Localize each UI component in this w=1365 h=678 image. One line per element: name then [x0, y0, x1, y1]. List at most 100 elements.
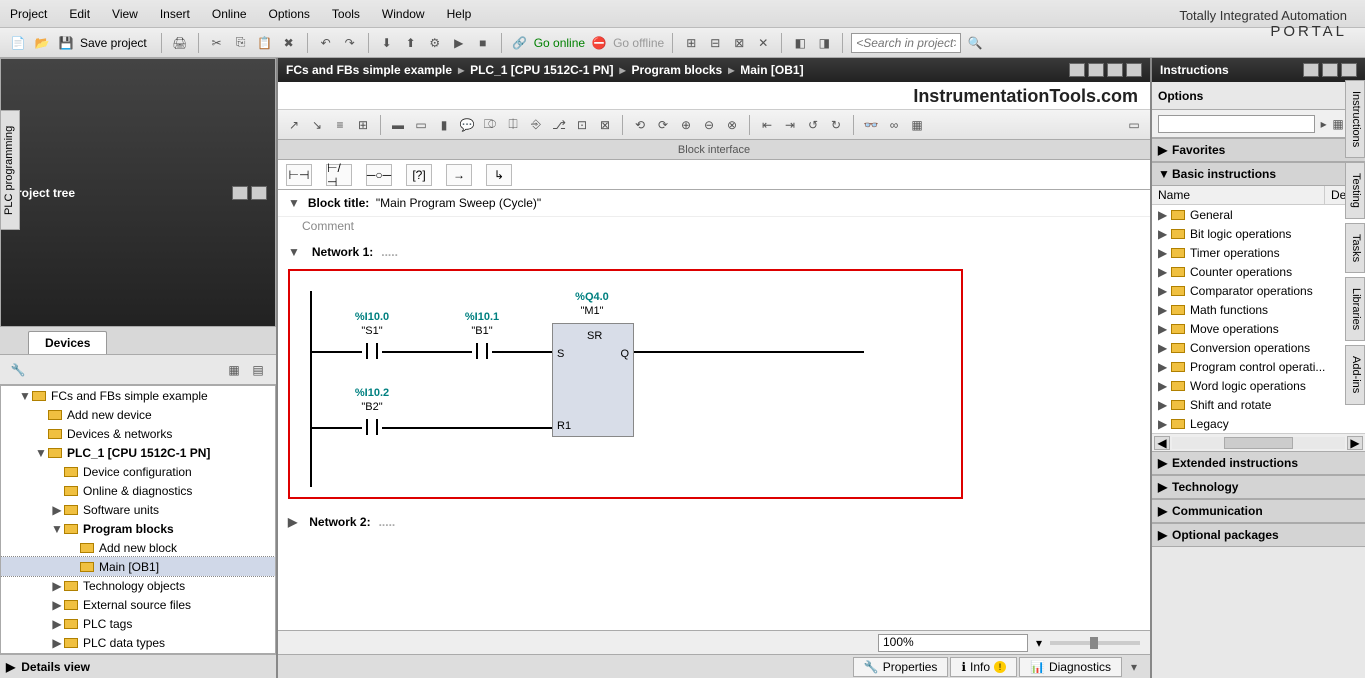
instruction-row[interactable]: ▶Comparator operations: [1152, 281, 1365, 300]
pal-coil-icon[interactable]: ─○─: [366, 164, 392, 186]
tb-icon-1[interactable]: ⊞: [681, 33, 701, 53]
go-offline-label[interactable]: Go offline: [613, 36, 664, 50]
favorites-header[interactable]: ▶Favorites: [1152, 138, 1365, 162]
optional-header[interactable]: ▶Optional packages: [1152, 523, 1365, 547]
zoom-dropdown-icon[interactable]: ▾: [1036, 636, 1042, 650]
tree-item[interactable]: Devices & networks: [1, 424, 275, 443]
cut-icon[interactable]: ✂: [207, 33, 227, 53]
tree-pin-icon[interactable]: [251, 186, 267, 200]
block-interface-bar[interactable]: Block interface: [278, 140, 1150, 160]
side-tab-instructions[interactable]: Instructions: [1345, 80, 1365, 158]
tree-item[interactable]: Main [OB1]: [1, 557, 275, 576]
tree-item[interactable]: ▼FCs and FBs simple example: [1, 386, 275, 405]
pal-contact-nc-icon[interactable]: ⊢/⊣: [326, 164, 352, 186]
instr-btn3-icon[interactable]: [1341, 63, 1357, 77]
devices-tab[interactable]: Devices: [28, 331, 107, 354]
delete-icon[interactable]: ✖: [279, 33, 299, 53]
save-icon[interactable]: 💾: [56, 33, 76, 53]
et-icon-15[interactable]: ⟲: [630, 115, 650, 135]
tb-icon-2[interactable]: ⊟: [705, 33, 725, 53]
menu-edit[interactable]: Edit: [69, 7, 90, 21]
details-view-bar[interactable]: ▶ Details view: [0, 654, 276, 678]
instruction-row[interactable]: ▶Counter operations: [1152, 262, 1365, 281]
instr-btn2-icon[interactable]: [1322, 63, 1338, 77]
et-icon-21[interactable]: ⇥: [780, 115, 800, 135]
menu-online[interactable]: Online: [212, 7, 247, 21]
split-h-icon[interactable]: ◧: [790, 33, 810, 53]
et-icon-23[interactable]: ↻: [826, 115, 846, 135]
tree-item[interactable]: ▼Program blocks: [1, 519, 275, 538]
crumb-2[interactable]: Program blocks: [632, 63, 723, 77]
pal-branch2-icon[interactable]: ↳: [486, 164, 512, 186]
pal-box-icon[interactable]: [?]: [406, 164, 432, 186]
instruction-row[interactable]: ▶Word logic operations: [1152, 376, 1365, 395]
tree-view1-icon[interactable]: ▦: [224, 360, 244, 380]
zoom-slider[interactable]: [1050, 641, 1140, 645]
et-icon-14[interactable]: ⊠: [595, 115, 615, 135]
et-icon-18[interactable]: ⊖: [699, 115, 719, 135]
tree-tool-icon[interactable]: 🔧: [8, 360, 28, 380]
go-online-icon[interactable]: 🔗: [510, 33, 530, 53]
instruction-row[interactable]: ▶Shift and rotate: [1152, 395, 1365, 414]
tree-item[interactable]: ▶Technology objects: [1, 576, 275, 595]
et-icon-24[interactable]: 👓: [861, 115, 881, 135]
editor-close-icon[interactable]: [1126, 63, 1142, 77]
communication-header[interactable]: ▶Communication: [1152, 499, 1365, 523]
print-icon[interactable]: 🖨: [170, 33, 190, 53]
crumb-0[interactable]: FCs and FBs simple example: [286, 63, 452, 77]
open-project-icon[interactable]: 📂: [32, 33, 52, 53]
menu-project[interactable]: Project: [10, 7, 47, 21]
menu-insert[interactable]: Insert: [160, 7, 190, 21]
tree-item[interactable]: ▶External source files: [1, 595, 275, 614]
instruction-row[interactable]: ▶Bit logic operations: [1152, 224, 1365, 243]
tab-diagnostics[interactable]: 📊Diagnostics: [1019, 657, 1122, 677]
side-tab-testing[interactable]: Testing: [1345, 162, 1365, 219]
go-online-label[interactable]: Go online: [534, 36, 585, 50]
instr-btn1-icon[interactable]: [1303, 63, 1319, 77]
pal-contact-no-icon[interactable]: ⊢⊣: [286, 164, 312, 186]
basic-instructions-header[interactable]: ▼Basic instructions: [1152, 162, 1365, 186]
bottom-collapse-icon[interactable]: ▾: [1124, 657, 1144, 677]
stop-icon[interactable]: ■: [473, 33, 493, 53]
tree-view2-icon[interactable]: ▤: [248, 360, 268, 380]
pal-branch-icon[interactable]: →: [446, 164, 472, 186]
tree-item[interactable]: ▼PLC_1 [CPU 1512C-1 PN]: [1, 443, 275, 462]
et-icon-25[interactable]: ∞: [884, 115, 904, 135]
tab-properties[interactable]: 🔧Properties: [853, 657, 949, 677]
instructions-search[interactable]: [1158, 115, 1315, 133]
et-icon-11[interactable]: ⎆: [526, 115, 546, 135]
instruction-row[interactable]: ▶General: [1152, 205, 1365, 224]
instruction-row[interactable]: ▶Timer operations: [1152, 243, 1365, 262]
tree-item[interactable]: ▶PLC data types: [1, 633, 275, 652]
editor-float-icon[interactable]: [1107, 63, 1123, 77]
et-icon-4[interactable]: ⊞: [353, 115, 373, 135]
tree-item[interactable]: ▶Software units: [1, 500, 275, 519]
redo-icon[interactable]: ↷: [340, 33, 360, 53]
extended-header[interactable]: ▶Extended instructions: [1152, 451, 1365, 475]
et-icon-17[interactable]: ⊕: [676, 115, 696, 135]
block-title-row[interactable]: ▼ Block title: "Main Program Sweep (Cycl…: [278, 190, 1150, 217]
copy-icon[interactable]: ⎘: [231, 33, 251, 53]
tb-icon-4[interactable]: ✕: [753, 33, 773, 53]
menu-tools[interactable]: Tools: [332, 7, 360, 21]
opt-view1-icon[interactable]: ▦: [1332, 114, 1343, 134]
split-v-icon[interactable]: ◨: [814, 33, 834, 53]
instruction-row[interactable]: ▶Program control operati...: [1152, 357, 1365, 376]
menu-options[interactable]: Options: [269, 7, 310, 21]
tree-item[interactable]: Device configuration: [1, 462, 275, 481]
scroll-left-icon[interactable]: ◀: [1154, 436, 1170, 450]
side-tab-plc-programming[interactable]: PLC programming: [0, 110, 20, 230]
editor-max-icon[interactable]: [1088, 63, 1104, 77]
et-icon-8[interactable]: 💬: [457, 115, 477, 135]
side-tab-tasks[interactable]: Tasks: [1345, 223, 1365, 273]
editor-min-icon[interactable]: [1069, 63, 1085, 77]
tree-item[interactable]: Add new device: [1, 405, 275, 424]
side-tab-addins[interactable]: Add-ins: [1345, 345, 1365, 404]
search-go-icon[interactable]: 🔍: [965, 33, 985, 53]
undo-icon[interactable]: ↶: [316, 33, 336, 53]
et-icon-1[interactable]: ↗: [284, 115, 304, 135]
et-icon-26[interactable]: ▦: [907, 115, 927, 135]
network-2-header[interactable]: ▶ Network 2: .....: [278, 509, 1150, 535]
et-icon-20[interactable]: ⇤: [757, 115, 777, 135]
scroll-right-icon[interactable]: ▶: [1347, 436, 1363, 450]
